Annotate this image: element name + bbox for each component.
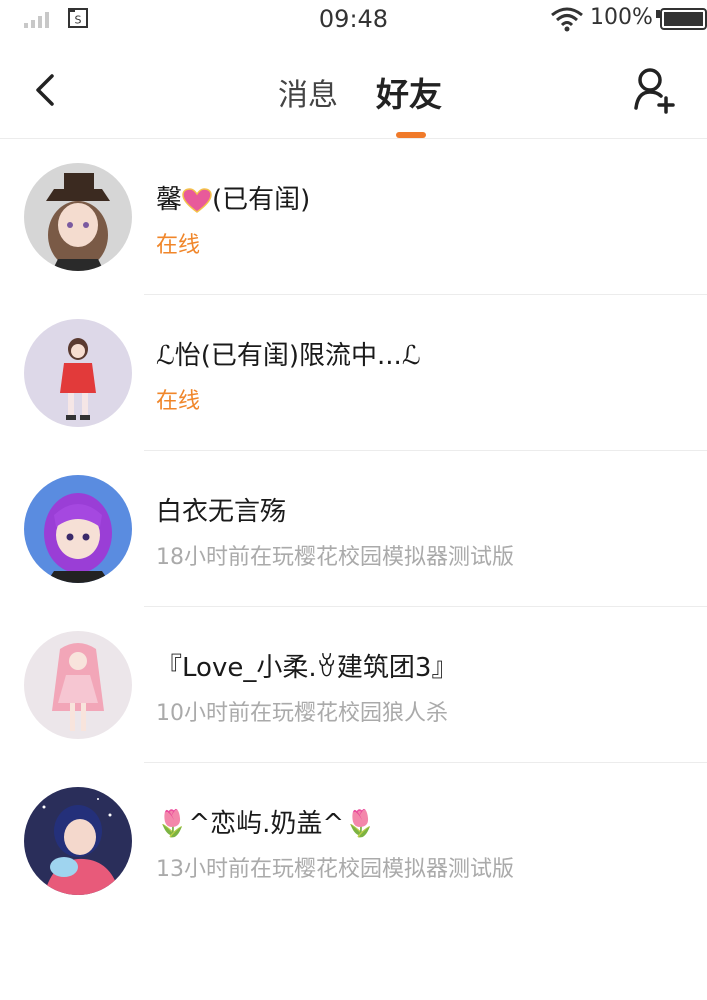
friend-status: 10小时前在玩樱花校园狼人杀: [156, 701, 448, 726]
friend-row[interactable]: 『Love_小柔.ꈊ建筑团3』 10小时前在玩樱花校园狼人杀: [0, 607, 707, 763]
friend-name-text: Love_小柔.: [182, 653, 317, 683]
active-tab-indicator: [396, 132, 426, 138]
friend-avatar[interactable]: [24, 787, 132, 895]
add-friend-icon[interactable]: [630, 64, 680, 116]
friend-avatar[interactable]: [24, 163, 132, 271]
friend-name-prefix: ℒ: [156, 341, 175, 371]
friend-status: 在线: [156, 233, 201, 258]
status-bar: S 09:48 100%: [0, 0, 707, 40]
friend-avatar[interactable]: [24, 475, 132, 583]
battery-icon: [656, 8, 707, 30]
friend-name: ℒ怡(已有闺)限流中...ℒ: [156, 335, 421, 372]
tab-messages[interactable]: 消息: [278, 70, 338, 114]
friend-name-prefix: 『: [156, 653, 183, 683]
friend-status: 13小时前在玩樱花校园模拟器测试版: [156, 857, 514, 882]
friend-name: 🌷^恋屿.奶盖^🌷: [156, 803, 377, 840]
back-arrow-icon[interactable]: [30, 70, 62, 110]
friend-name: 『Love_小柔.ꈊ建筑团3』: [156, 647, 457, 684]
friend-name: 馨 (已有闺): [156, 179, 310, 216]
friend-row[interactable]: ℒ怡(已有闺)限流中...ℒ 在线: [0, 295, 707, 451]
wifi-icon: [551, 7, 583, 32]
friend-name-text: ^恋屿.奶盖^: [188, 809, 345, 839]
friend-name-suffix: ℒ: [401, 341, 421, 371]
top-nav-bar: 消息 好友: [0, 40, 707, 139]
friend-row[interactable]: 🌷^恋屿.奶盖^🌷 13小时前在玩樱花校园模拟器测试版: [0, 763, 707, 919]
heart-icon: [182, 187, 212, 213]
friend-name: 白衣无言殇: [156, 497, 287, 527]
friend-name-suffix: ꈊ建筑团3』: [316, 653, 458, 683]
tulip-icon: 🌷: [156, 809, 189, 839]
friend-avatar[interactable]: [24, 319, 132, 427]
tab-friends[interactable]: 好友: [376, 68, 442, 116]
friend-row[interactable]: 白衣无言殇 18小时前在玩樱花校园模拟器测试版: [0, 451, 707, 607]
battery-percent: 100%: [590, 5, 653, 30]
friend-name-text: 馨: [156, 185, 183, 215]
friend-name-text: 怡(已有闺)限流中...: [174, 341, 402, 371]
friend-status: 在线: [156, 389, 201, 414]
tulip-icon: 🌷: [344, 809, 377, 839]
friend-status: 18小时前在玩樱花校园模拟器测试版: [156, 545, 514, 570]
friend-row[interactable]: 馨 (已有闺) 在线: [0, 139, 707, 295]
friend-name-suffix: (已有闺): [212, 185, 311, 215]
friend-avatar[interactable]: [24, 631, 132, 739]
